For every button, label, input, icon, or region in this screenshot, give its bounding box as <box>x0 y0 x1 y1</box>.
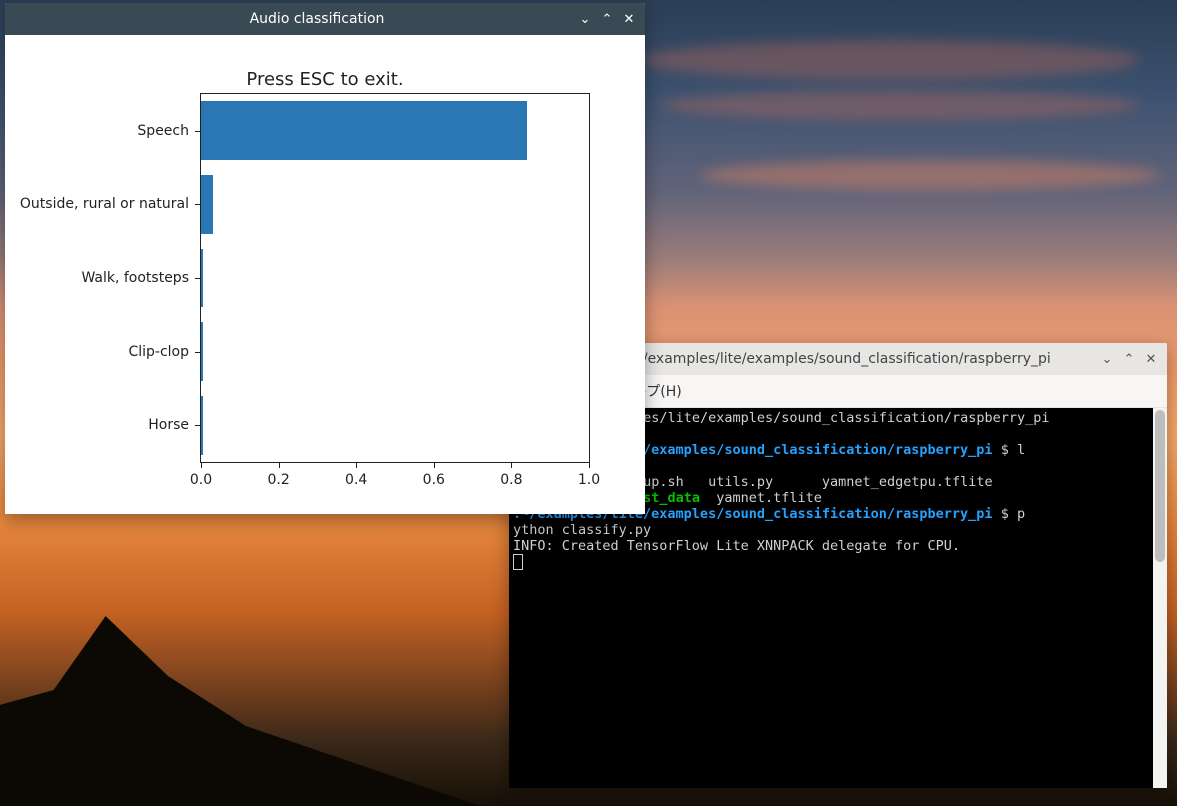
chart-xlabel: 0.0 <box>190 472 212 488</box>
close-icon[interactable]: ✕ <box>1143 351 1159 367</box>
chart-ylabel: Speech <box>9 123 189 139</box>
chart-ytick <box>195 131 201 132</box>
chart-xlabel: 0.2 <box>267 472 289 488</box>
minimize-icon[interactable]: ⌄ <box>1099 351 1115 367</box>
chart-bar <box>201 101 527 160</box>
chart-window[interactable]: Audio classification ⌄ ⌃ ✕ Press ESC to … <box>5 3 645 514</box>
chart-ytick <box>195 204 201 205</box>
maximize-icon[interactable]: ⌃ <box>1121 351 1137 367</box>
window-title: pi: ~/examples/lite/examples/sound_class… <box>569 351 1091 367</box>
chart-xtick <box>356 462 357 468</box>
window-title: Audio classification <box>65 11 569 27</box>
chart-ytick <box>195 278 201 279</box>
maximize-icon[interactable]: ⌃ <box>599 11 615 27</box>
chart-xlabel: 0.4 <box>345 472 367 488</box>
scrollbar[interactable] <box>1153 408 1167 788</box>
scrollbar-thumb[interactable] <box>1155 410 1165 562</box>
chart-xtick <box>511 462 512 468</box>
chart-ylabel: Horse <box>9 417 189 433</box>
chart-xtick <box>589 462 590 468</box>
chart-bar <box>201 396 203 455</box>
chart-plot-area: SpeechOutside, rural or naturalWalk, foo… <box>200 93 590 463</box>
chart-ytick <box>195 352 201 353</box>
close-icon[interactable]: ✕ <box>621 11 637 27</box>
chart-ylabel: Clip-clop <box>9 344 189 360</box>
chart-xtick <box>279 462 280 468</box>
minimize-icon[interactable]: ⌄ <box>577 11 593 27</box>
chart-title: Press ESC to exit. <box>5 69 645 90</box>
chart-ylabel: Outside, rural or natural <box>9 196 189 212</box>
terminal-cursor <box>513 554 523 570</box>
chart-bar <box>201 322 203 381</box>
chart-xlabel: 1.0 <box>578 472 600 488</box>
desktop-wallpaper: pi: ~/examples/lite/examples/sound_class… <box>0 0 1177 806</box>
chart-bar <box>201 249 203 308</box>
chart-titlebar[interactable]: Audio classification ⌄ ⌃ ✕ <box>5 3 645 35</box>
chart-xlabel: 0.8 <box>500 472 522 488</box>
chart-bar <box>201 175 213 234</box>
chart-ytick <box>195 425 201 426</box>
chart-xlabel: 0.6 <box>423 472 445 488</box>
chart-ylabel: Walk, footsteps <box>9 270 189 286</box>
chart-xtick <box>201 462 202 468</box>
chart-xtick <box>434 462 435 468</box>
